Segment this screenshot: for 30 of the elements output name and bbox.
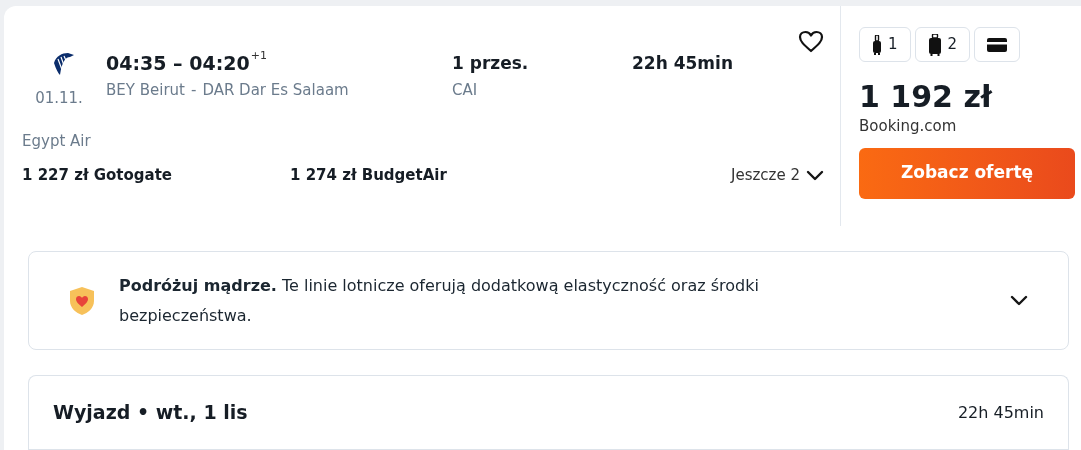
flight-date: 01.11. bbox=[35, 88, 83, 109]
credit-card-icon bbox=[987, 37, 1008, 52]
destination-airport: DAR Dar Es Salaam bbox=[202, 80, 349, 101]
travel-notice[interactable]: Podróżuj mądrze. Te linie lotnicze oferują dodatkową elastyczność oraz środki bezpieczeństwa. bbox=[28, 251, 1069, 350]
shield-heart-icon bbox=[69, 285, 95, 316]
baggage-badge: 2 bbox=[914, 27, 971, 62]
chevron-icon bbox=[806, 169, 824, 181]
route-separator: - bbox=[190, 80, 197, 101]
leg-title: Wyjazd • wt., 1 lis bbox=[53, 400, 248, 426]
best-price: 1 192 zł bbox=[859, 79, 994, 115]
alternative-offer-link[interactable]: 1 227 zł Gotogate bbox=[22, 164, 290, 187]
provider-name: Booking.com bbox=[859, 116, 958, 137]
airline-name: Egypt Air bbox=[22, 130, 92, 152]
suitcase-icon bbox=[872, 34, 882, 55]
flight-duration: 22h 45min bbox=[632, 52, 733, 75]
alternative-offer-link[interactable]: 1 274 zł BudgetAir bbox=[290, 164, 558, 187]
more-offers-button[interactable]: Jeszcze 2 bbox=[731, 164, 824, 187]
flight-times: 04:35 – 04:20 bbox=[106, 51, 250, 76]
origin-airport: BEY Beirut bbox=[106, 80, 185, 101]
stop-airport: CAI bbox=[452, 80, 479, 101]
leg-duration: 22h 45min bbox=[957, 401, 1044, 424]
baggage-badge: 1 bbox=[859, 27, 911, 62]
stops-count: 1 przes. bbox=[452, 52, 530, 75]
view-offer-button[interactable]: Zobacz ofertę bbox=[859, 147, 1075, 199]
bird-logo-icon bbox=[52, 51, 76, 77]
chevron-icon bbox=[1010, 295, 1028, 306]
day-offset: +1 bbox=[250, 49, 267, 62]
notice-text: Podróżuj mądrze. Te linie lotnicze oferują dodatkową elastyczność oraz środki bezpieczeństwa. bbox=[119, 274, 760, 327]
luggage-icon bbox=[927, 33, 942, 56]
heart-icon[interactable] bbox=[798, 30, 824, 53]
